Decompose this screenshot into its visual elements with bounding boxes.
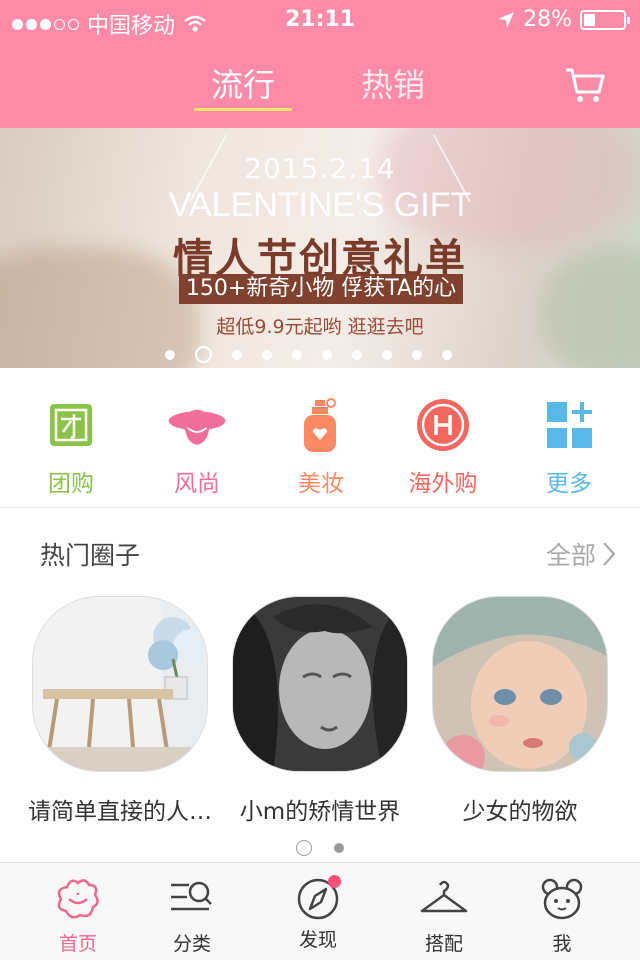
tab-popular[interactable]: 流行 (188, 60, 298, 111)
home-flower-icon (57, 879, 99, 919)
tab-hot-sale[interactable]: 热销 (338, 60, 448, 106)
page-dot (334, 843, 344, 853)
category-group-buy-label: 团购 (48, 471, 94, 497)
category-search-icon (171, 881, 212, 911)
status-bar: 中国移动 21:11 28% (0, 0, 640, 40)
category-fashion-label: 风尚 (174, 471, 220, 497)
profile-bear-icon (541, 878, 583, 920)
page-dot (322, 349, 332, 360)
page-dot (352, 349, 362, 360)
page-dot-current (296, 840, 312, 856)
section-title-hot-circles: 热门圈子 (40, 541, 141, 570)
tab-hot-sale-label: 热销 (360, 66, 425, 104)
hanger-icon (420, 880, 468, 913)
tab-me-label: 我 (552, 933, 572, 955)
promo-banner[interactable]: 2015.2.14 VALENTINE'S GIFT 情人节创意礼单 150+新… (0, 128, 640, 368)
active-tab-underline (194, 108, 292, 111)
tab-home-label: 首页 (58, 933, 97, 955)
discover-icon-wrap (293, 875, 343, 921)
tab-me[interactable]: 我 (512, 877, 612, 956)
circle-cover-image[interactable] (232, 596, 408, 772)
tab-discover-label: 发现 (298, 929, 337, 951)
tab-category-label: 分类 (172, 933, 211, 955)
circle-cover-image[interactable] (32, 596, 208, 772)
group-buy-icon (50, 404, 92, 446)
chevron-right-icon (603, 542, 616, 566)
circles-page-indicator[interactable] (296, 840, 344, 856)
tab-popular-label: 流行 (210, 66, 275, 104)
circle-name[interactable]: 小m的矫情世界 (220, 792, 420, 826)
page-dot (442, 349, 452, 360)
banner-date: 2015.2.14 (244, 152, 396, 185)
category-more-label: 更多 (546, 471, 592, 497)
banner-page-indicator[interactable] (165, 346, 452, 363)
page-dot (292, 349, 302, 360)
circle-name[interactable]: 少女的物欲 (420, 792, 620, 826)
banner-promo-text: 超低9.9元起哟 逛逛去吧 (216, 316, 424, 338)
room-photo-illustration (33, 597, 207, 771)
location-arrow-icon (498, 11, 515, 28)
category-more[interactable]: 更多 (514, 398, 624, 498)
circle-name[interactable]: 请简单直接的人… (20, 792, 220, 826)
page-dot (232, 349, 242, 360)
category-overseas-label: 海外购 (408, 471, 478, 497)
view-all-label: 全部 (545, 541, 596, 570)
tab-outfit[interactable]: 搭配 (394, 877, 494, 956)
tab-outfit-label: 搭配 (424, 933, 463, 955)
overseas-h-icon (417, 399, 469, 451)
category-group-buy[interactable]: 团购 (16, 398, 126, 498)
battery-icon (580, 9, 630, 30)
header-tabs: 流行 热销 (0, 60, 640, 112)
notification-badge (328, 875, 341, 888)
page-dot (165, 349, 175, 360)
status-right: 28% (497, 7, 630, 32)
illustrated-girl-artwork (433, 597, 607, 771)
category-cosmetics-label: 美妆 (298, 471, 344, 497)
perfume-icon (304, 398, 336, 452)
page-dot (412, 349, 422, 360)
cart-icon[interactable] (564, 66, 606, 104)
more-grid-icon (547, 402, 592, 448)
page-dot (382, 349, 392, 360)
fashion-hat-icon (168, 409, 226, 445)
tab-home[interactable]: 首页 (28, 877, 128, 956)
page-dot-current (195, 346, 212, 363)
portrait-photo-illustration (233, 597, 407, 771)
category-cosmetics[interactable]: 美妆 (266, 398, 376, 498)
tab-discover[interactable]: 发现 (268, 875, 368, 952)
category-overseas[interactable]: 海外购 (388, 398, 498, 498)
tab-category[interactable]: 分类 (142, 877, 242, 956)
top-bar: 中国移动 21:11 28% 流行 热销 (0, 0, 640, 128)
battery-percent: 28% (523, 7, 572, 32)
banner-english-title: VALENTINE'S GIFT (168, 186, 472, 224)
category-row: 团购 风尚 美妆 海外购 更多 (0, 368, 640, 508)
category-fashion[interactable]: 风尚 (142, 398, 252, 498)
bottom-tab-bar: 首页 分类 发现 搭配 我 (0, 862, 640, 960)
banner-subtitle: 150+新奇小物 俘获TA的心 (179, 274, 463, 304)
view-all-link[interactable]: 全部 (546, 536, 616, 572)
page-dot (262, 349, 272, 360)
circle-cover-image[interactable] (432, 596, 608, 772)
